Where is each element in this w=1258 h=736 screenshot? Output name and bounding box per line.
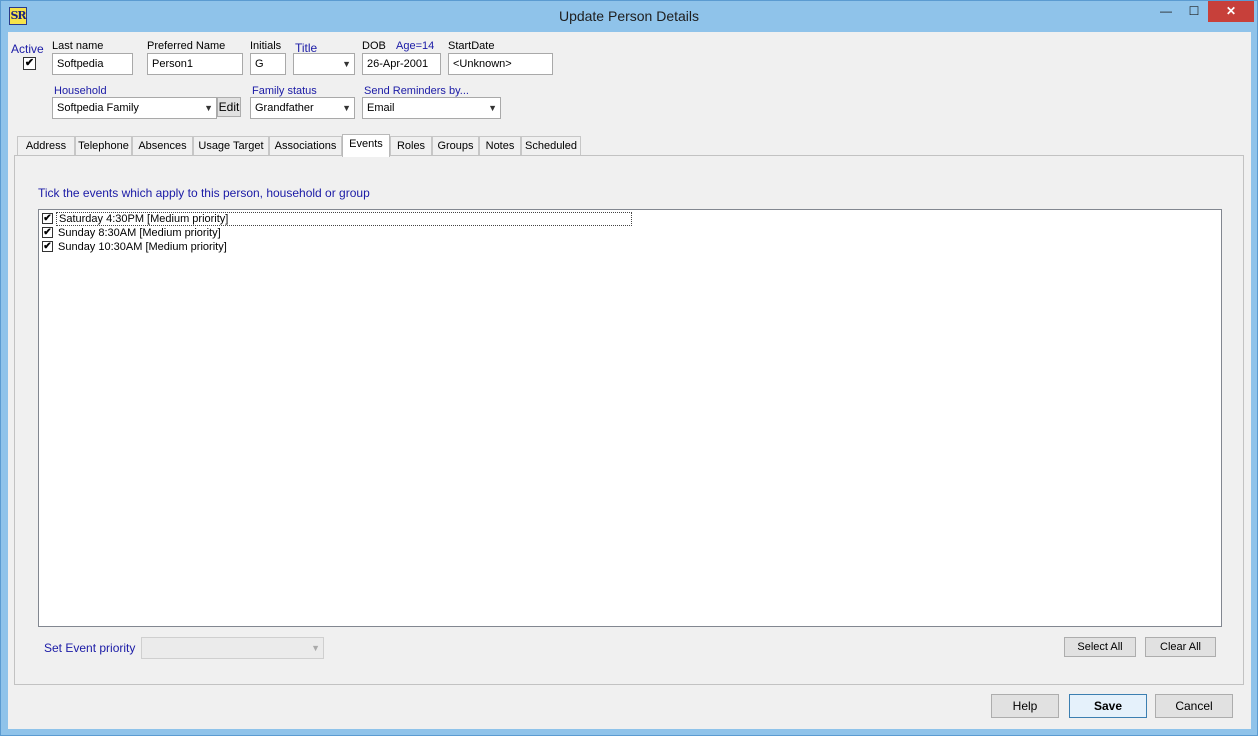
- household-label: Household: [54, 85, 107, 97]
- tab-groups[interactable]: Groups: [432, 136, 479, 156]
- household-select[interactable]: Softpedia Family ▼: [52, 97, 217, 119]
- minimize-button[interactable]: —: [1153, 1, 1179, 22]
- tab-notes[interactable]: Notes: [479, 136, 521, 156]
- start-date-label: StartDate: [448, 40, 495, 52]
- event-label: Saturday 4:30PM [Medium priority]: [56, 212, 632, 226]
- tab-roles[interactable]: Roles: [390, 136, 432, 156]
- select-all-button[interactable]: Select All: [1064, 637, 1136, 657]
- active-checkbox[interactable]: ✔: [23, 57, 36, 70]
- initials-field[interactable]: G: [250, 53, 286, 75]
- cancel-button[interactable]: Cancel: [1155, 694, 1233, 718]
- chevron-down-icon: ▼: [204, 103, 213, 113]
- tab-events[interactable]: Events: [342, 134, 390, 157]
- chevron-down-icon: ▼: [488, 103, 497, 113]
- initials-label: Initials: [250, 40, 282, 52]
- preferred-name-field[interactable]: Person1: [147, 53, 243, 75]
- save-button[interactable]: Save: [1069, 694, 1147, 718]
- dob-label: DOB: [362, 40, 386, 52]
- send-reminders-select[interactable]: Email ▼: [362, 97, 501, 119]
- event-label: Sunday 8:30AM [Medium priority]: [58, 227, 221, 239]
- tab-address[interactable]: Address: [17, 136, 75, 156]
- maximize-button[interactable]: ☐: [1181, 1, 1207, 22]
- update-person-window: SR Update Person Details — ☐ ✕ Active ✔ …: [0, 0, 1258, 736]
- title-bar[interactable]: SR Update Person Details — ☐ ✕: [1, 1, 1257, 32]
- window-title: Update Person Details: [558, 8, 700, 24]
- help-button[interactable]: Help: [991, 694, 1059, 718]
- last-name-label: Last name: [52, 40, 104, 52]
- tab-telephone[interactable]: Telephone: [75, 136, 132, 156]
- chevron-down-icon: ▼: [311, 643, 320, 653]
- tab-scheduled[interactable]: Scheduled: [521, 136, 581, 156]
- household-select-value: Softpedia Family: [57, 102, 139, 114]
- event-checkbox[interactable]: ✔: [42, 241, 53, 252]
- chevron-down-icon: ▼: [342, 103, 351, 113]
- event-checkbox[interactable]: ✔: [42, 227, 53, 238]
- tab-associations[interactable]: Associations: [269, 136, 342, 156]
- title-select[interactable]: ▼: [293, 53, 355, 75]
- list-item[interactable]: ✔ Saturday 4:30PM [Medium priority]: [42, 212, 632, 226]
- close-button[interactable]: ✕: [1208, 1, 1254, 22]
- event-priority-select[interactable]: ▼: [141, 637, 324, 659]
- edit-household-button[interactable]: Edit: [217, 97, 241, 117]
- dialog-client-area: Active ✔ Last name Softpedia Preferred N…: [8, 32, 1251, 729]
- send-reminders-select-value: Email: [367, 102, 395, 114]
- events-checklist[interactable]: ✔ Saturday 4:30PM [Medium priority] ✔ Su…: [38, 209, 1222, 627]
- family-status-select[interactable]: Grandfather ▼: [250, 97, 355, 119]
- event-label: Sunday 10:30AM [Medium priority]: [58, 241, 227, 253]
- family-status-select-value: Grandfather: [255, 102, 314, 114]
- age-label: Age=14: [396, 40, 435, 52]
- family-status-label: Family status: [252, 85, 317, 97]
- send-reminders-label: Send Reminders by...: [364, 85, 469, 97]
- list-item[interactable]: ✔ Sunday 10:30AM [Medium priority]: [42, 240, 632, 254]
- chevron-down-icon: ▼: [342, 59, 351, 69]
- list-item[interactable]: ✔ Sunday 8:30AM [Medium priority]: [42, 226, 632, 240]
- start-date-field[interactable]: <Unknown>: [448, 53, 553, 75]
- clear-all-button[interactable]: Clear All: [1145, 637, 1216, 657]
- active-label: Active: [11, 42, 44, 56]
- tab-usage-target[interactable]: Usage Target: [193, 136, 269, 156]
- last-name-field[interactable]: Softpedia: [52, 53, 133, 75]
- event-checkbox[interactable]: ✔: [42, 213, 53, 224]
- preferred-name-label: Preferred Name: [147, 40, 226, 52]
- events-tab-panel: Tick the events which apply to this pers…: [14, 155, 1244, 685]
- set-priority-label: Set Event priority: [44, 641, 136, 655]
- dob-field[interactable]: 26-Apr-2001: [362, 53, 441, 75]
- tab-absences[interactable]: Absences: [132, 136, 193, 156]
- events-instruction: Tick the events which apply to this pers…: [38, 186, 370, 200]
